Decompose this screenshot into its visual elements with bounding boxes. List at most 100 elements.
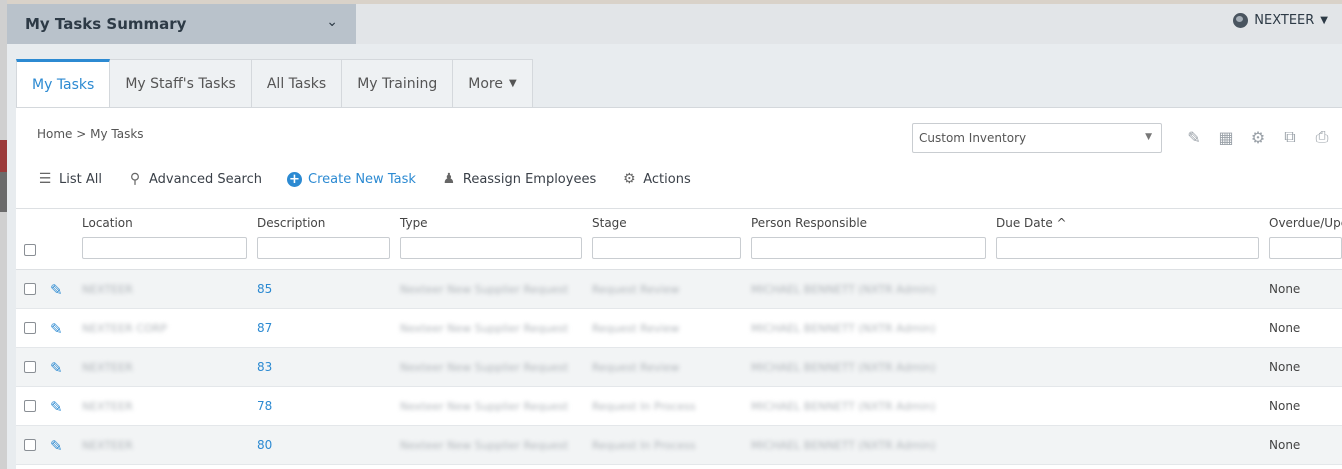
tab-more[interactable]: More ▼ bbox=[453, 59, 533, 108]
summary-dropdown[interactable]: My Tasks Summary ⌄ bbox=[7, 4, 356, 44]
gears-icon: ⚙ bbox=[622, 171, 636, 187]
column-header-due-date[interactable]: Due Date ^ bbox=[996, 216, 1067, 230]
location-cell: NEXTEER bbox=[82, 439, 133, 452]
description-link[interactable]: 87 bbox=[257, 321, 272, 335]
description-link[interactable]: 85 bbox=[257, 282, 272, 296]
table-row[interactable]: ✎ NEXTEER CORP 87 Nexteer New Supplier R… bbox=[16, 309, 1342, 348]
filter-overdue-input[interactable] bbox=[1269, 237, 1342, 259]
user-reassign-icon: ♟ bbox=[442, 171, 456, 187]
tab-label: My Staff's Tasks bbox=[125, 75, 236, 92]
column-header-location[interactable]: Location bbox=[82, 216, 133, 230]
tab-my-training[interactable]: My Training bbox=[342, 59, 454, 108]
column-header-stage[interactable]: Stage bbox=[592, 216, 627, 230]
filter-type-input[interactable] bbox=[400, 237, 582, 259]
overdue-cell: None bbox=[1269, 438, 1301, 452]
search-icon: ⚲ bbox=[129, 171, 141, 187]
filter-due-date-input[interactable] bbox=[996, 237, 1259, 259]
table-row[interactable]: ✎ NEXTEER 80 Nexteer New Supplier Reques… bbox=[16, 426, 1342, 465]
breadcrumb: Home > My Tasks bbox=[37, 127, 144, 141]
person-cell: MICHAEL BENNETT (NXTR Admin) bbox=[751, 283, 936, 296]
calendar-icon[interactable]: ▦ bbox=[1216, 127, 1236, 147]
overdue-cell: None bbox=[1269, 399, 1301, 413]
row-checkbox[interactable] bbox=[24, 400, 36, 412]
description-link[interactable]: 80 bbox=[257, 438, 272, 452]
chevron-down-icon: ▼ bbox=[508, 78, 517, 89]
actions-button[interactable]: ⚙ Actions bbox=[621, 171, 691, 187]
list-icon: ☰ bbox=[38, 171, 52, 187]
gear-icon[interactable]: ⚙ bbox=[1248, 127, 1268, 147]
print-icon[interactable]: ⎙ bbox=[1312, 127, 1332, 147]
edit-pencil-icon[interactable]: ✎ bbox=[50, 359, 63, 377]
row-checkbox[interactable] bbox=[24, 283, 36, 295]
column-header-overdue[interactable]: Overdue/Upc bbox=[1269, 216, 1342, 230]
person-cell: MICHAEL BENNETT (NXTR Admin) bbox=[751, 400, 936, 413]
advanced-search-button[interactable]: ⚲ Advanced Search bbox=[127, 171, 262, 187]
list-all-button[interactable]: ☰ List All bbox=[37, 171, 102, 187]
edit-pencil-icon[interactable]: ✎ bbox=[50, 398, 63, 416]
table-header: Location Description Type Stage Person R… bbox=[16, 208, 1342, 270]
action-bar: ☰ List All ⚲ Advanced Search + Create Ne… bbox=[37, 171, 716, 187]
left-edge-dark bbox=[0, 172, 7, 212]
type-cell: Nexteer New Supplier Request bbox=[400, 283, 569, 296]
chevron-down-icon: ▼ bbox=[1320, 15, 1328, 26]
filter-location-input[interactable] bbox=[82, 237, 247, 259]
description-link[interactable]: 83 bbox=[257, 360, 272, 374]
column-header-description[interactable]: Description bbox=[257, 216, 325, 230]
tab-bar: My Tasks My Staff's Tasks All Tasks My T… bbox=[16, 59, 533, 108]
tab-my-tasks[interactable]: My Tasks bbox=[16, 59, 111, 108]
popout-icon[interactable]: ⧉ bbox=[1280, 127, 1300, 147]
row-checkbox[interactable] bbox=[24, 322, 36, 334]
reassign-employees-label: Reassign Employees bbox=[462, 171, 597, 187]
left-edge-strip bbox=[0, 0, 7, 469]
select-all-checkbox[interactable] bbox=[24, 244, 36, 256]
edit-pencil-icon[interactable]: ✎ bbox=[50, 281, 63, 299]
type-cell: Nexteer New Supplier Request bbox=[400, 361, 569, 374]
summary-title: My Tasks Summary bbox=[25, 15, 187, 33]
type-cell: Nexteer New Supplier Request bbox=[400, 400, 569, 413]
person-cell: MICHAEL BENNETT (NXTR Admin) bbox=[751, 361, 936, 374]
tab-label: My Tasks bbox=[32, 76, 95, 93]
row-checkbox[interactable] bbox=[24, 439, 36, 451]
content-panel: Home > My Tasks Custom Inventory ▼ ✎ ▦ ⚙… bbox=[16, 107, 1342, 469]
row-checkbox[interactable] bbox=[24, 361, 36, 373]
person-cell: MICHAEL BENNETT (NXTR Admin) bbox=[751, 322, 936, 335]
type-cell: Nexteer New Supplier Request bbox=[400, 322, 569, 335]
tab-my-staffs-tasks[interactable]: My Staff's Tasks bbox=[110, 59, 252, 108]
location-cell: NEXTEER bbox=[82, 400, 133, 413]
filter-stage-input[interactable] bbox=[592, 237, 741, 259]
org-menu[interactable]: NEXTEER ▼ bbox=[1233, 13, 1328, 28]
tab-all-tasks[interactable]: All Tasks bbox=[251, 59, 343, 108]
chevron-down-icon: ⌄ bbox=[326, 14, 338, 30]
create-new-task-label: Create New Task bbox=[308, 171, 416, 187]
pencil-icon[interactable]: ✎ bbox=[1184, 127, 1204, 147]
stage-cell: Request Review bbox=[592, 322, 680, 335]
overdue-cell: None bbox=[1269, 360, 1301, 374]
location-cell: NEXTEER bbox=[82, 361, 133, 374]
reassign-employees-button[interactable]: ♟ Reassign Employees bbox=[441, 171, 597, 187]
edit-pencil-icon[interactable]: ✎ bbox=[50, 320, 63, 338]
table-row[interactable]: ✎ NEXTEER 85 Nexteer New Supplier Reques… bbox=[16, 270, 1342, 309]
table-row[interactable]: ✎ NEXTEER 78 Nexteer New Supplier Reques… bbox=[16, 387, 1342, 426]
advanced-search-label: Advanced Search bbox=[148, 171, 262, 187]
create-new-task-button[interactable]: + Create New Task bbox=[287, 171, 416, 187]
overdue-cell: None bbox=[1269, 321, 1301, 335]
actions-label: Actions bbox=[643, 171, 691, 187]
type-cell: Nexteer New Supplier Request bbox=[400, 439, 569, 452]
filter-person-input[interactable] bbox=[751, 237, 986, 259]
column-header-person-responsible[interactable]: Person Responsible bbox=[751, 216, 867, 230]
tab-label: All Tasks bbox=[266, 75, 327, 92]
edit-pencil-icon[interactable]: ✎ bbox=[50, 437, 63, 455]
column-header-type[interactable]: Type bbox=[400, 216, 428, 230]
filter-description-input[interactable] bbox=[257, 237, 390, 259]
stage-cell: Request In Process bbox=[592, 400, 696, 413]
list-all-label: List All bbox=[59, 171, 102, 187]
chevron-down-icon: ▼ bbox=[1145, 132, 1152, 142]
plus-circle-icon: + bbox=[287, 171, 302, 187]
org-name: NEXTEER bbox=[1254, 13, 1315, 28]
stage-cell: Request Review bbox=[592, 361, 680, 374]
view-select[interactable]: Custom Inventory ▼ bbox=[912, 123, 1162, 153]
overdue-cell: None bbox=[1269, 282, 1301, 296]
table-row[interactable]: ✎ NEXTEER 83 Nexteer New Supplier Reques… bbox=[16, 348, 1342, 387]
description-link[interactable]: 78 bbox=[257, 399, 272, 413]
tab-label: More bbox=[468, 75, 503, 92]
